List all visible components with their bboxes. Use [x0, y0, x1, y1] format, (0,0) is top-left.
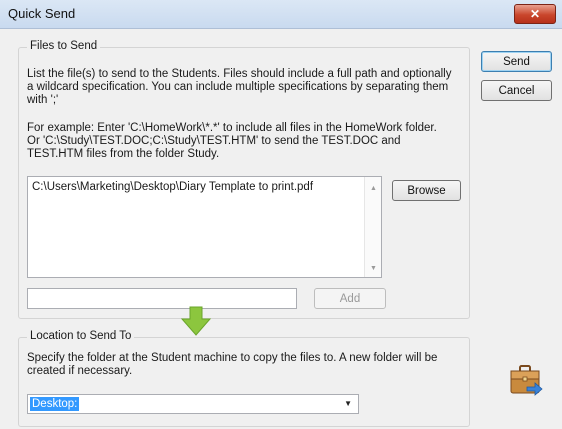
location-description-line-1: Specify the folder at the Student machin…: [27, 352, 438, 364]
briefcase-send-icon: [510, 365, 543, 396]
dialog-client: Files to Send List the file(s) to send t…: [0, 29, 562, 429]
close-button[interactable]: ✕: [514, 4, 556, 24]
files-description-line-3: with ';': [27, 94, 59, 106]
files-description-line-2: a wildcard specification. You can includ…: [27, 81, 449, 93]
close-icon: ✕: [529, 7, 541, 21]
location-group: Location to Send To Specify the folder a…: [18, 330, 470, 427]
folder-dropdown[interactable]: Desktop: ▼: [27, 394, 359, 414]
browse-button[interactable]: Browse: [392, 180, 461, 201]
send-button[interactable]: Send: [481, 51, 552, 72]
cancel-button[interactable]: Cancel: [481, 80, 552, 101]
location-legend: Location to Send To: [27, 330, 135, 342]
files-to-send-legend: Files to Send: [27, 40, 101, 52]
folder-dropdown-value: Desktop:: [30, 397, 80, 411]
title-bar: Quick Send ✕: [0, 0, 562, 29]
file-list-item[interactable]: C:\Users\Marketing\Desktop\Diary Templat…: [32, 181, 313, 194]
green-down-arrow-icon: [180, 306, 212, 336]
files-scrollbar[interactable]: ▲ ▼: [364, 177, 381, 277]
scroll-up-icon[interactable]: ▲: [370, 185, 377, 192]
files-example-line-3: TEST.HTM files from the folder Study.: [27, 148, 220, 160]
location-description-line-2: created if necessary.: [27, 365, 133, 377]
files-example-line-1: For example: Enter 'C:\HomeWork\*.*' to …: [27, 122, 437, 134]
chevron-down-icon[interactable]: ▼: [344, 399, 352, 408]
add-file-input[interactable]: [27, 288, 297, 309]
add-button[interactable]: Add: [314, 288, 386, 309]
files-listbox[interactable]: C:\Users\Marketing\Desktop\Diary Templat…: [27, 176, 382, 278]
files-example-line-2: Or 'C:\Study\TEST.DOC;C:\Study\TEST.HTM'…: [27, 135, 401, 147]
files-to-send-group: Files to Send List the file(s) to send t…: [18, 40, 470, 319]
window-title: Quick Send: [8, 6, 76, 21]
scroll-down-icon[interactable]: ▼: [370, 265, 377, 272]
files-description-line-1: List the file(s) to send to the Students…: [27, 68, 452, 80]
